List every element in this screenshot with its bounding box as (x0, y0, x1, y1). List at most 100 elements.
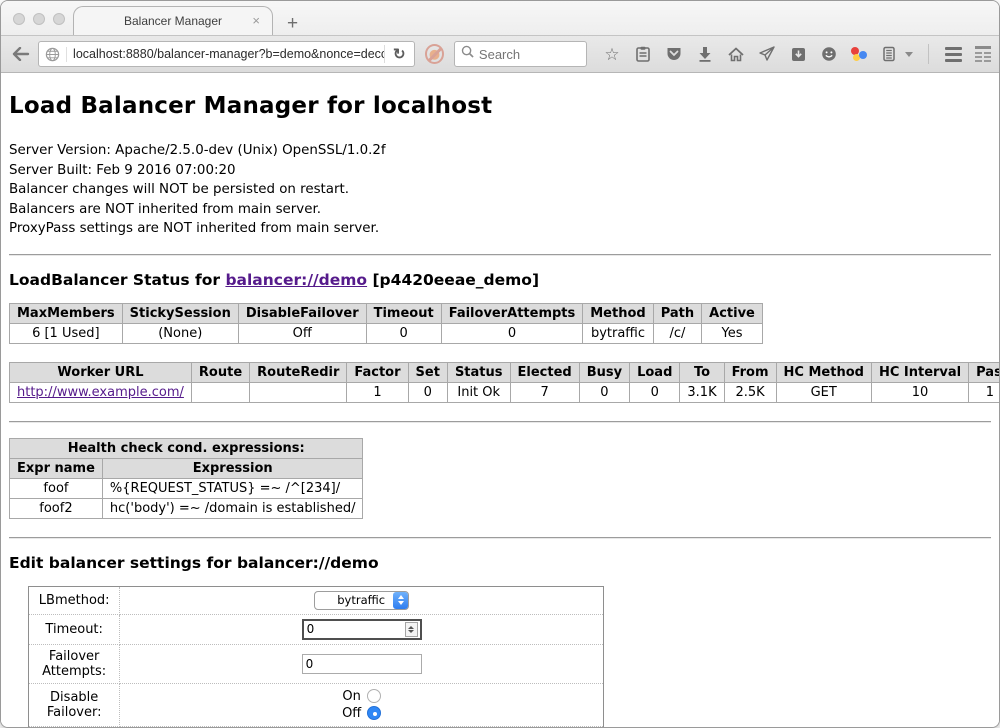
health-check-table: Health check cond. expressions: Expr nam… (9, 438, 363, 519)
tab-close-icon[interactable]: × (252, 13, 260, 28)
cell-path: /c/ (653, 323, 701, 343)
col-stickysession: StickySession (122, 303, 238, 323)
back-button[interactable] (9, 42, 32, 66)
sticky-session-row: Sticky Session: (Use '-' to delete) (29, 726, 604, 727)
col-active: Active (702, 303, 763, 323)
divider (9, 421, 991, 423)
reload-icon[interactable]: ↻ (385, 45, 414, 63)
server-version-line: Server Version: Apache/2.5.0-dev (Unix) … (9, 141, 991, 161)
edit-balancer-heading: Edit balancer settings for balancer://de… (9, 554, 991, 572)
worker-table: Worker URL Route RouteRedir Factor Set S… (9, 362, 999, 403)
cell-expression: %{REQUEST_STATUS} =~ /^[234]/ (102, 478, 363, 498)
cell-expression: hc('body') =~ /domain is established/ (102, 498, 363, 518)
loadbalancer-status-heading: LoadBalancer Status for balancer://demo … (9, 271, 991, 289)
grid-tool-icon[interactable] (975, 46, 991, 62)
col-hc-interval: HC Interval (871, 362, 968, 382)
page-title: Load Balancer Manager for localhost (9, 93, 991, 119)
cell-expr-name: foof (10, 478, 103, 498)
cell-timeout: 0 (366, 323, 441, 343)
radio-off-label: Off (342, 706, 361, 721)
cell-from: 2.5K (724, 382, 776, 402)
timeout-input[interactable] (304, 622, 405, 636)
failover-attempts-label: Failover Attempts: (29, 644, 120, 683)
cell-hc-method: GET (776, 382, 871, 402)
cell-load: 0 (630, 382, 680, 402)
bookmark-star-icon[interactable]: ☆ (603, 45, 621, 63)
cell-elected: 7 (510, 382, 579, 402)
radio-off[interactable] (367, 706, 381, 720)
radio-on[interactable] (367, 689, 381, 703)
server-built-line: Server Built: Feb 9 2016 07:00:20 (9, 161, 991, 181)
tab-balancer-manager[interactable]: Balancer Manager × (73, 6, 273, 35)
cell-maxmembers: 6 [1 Used] (10, 323, 123, 343)
col-method: Method (583, 303, 653, 323)
number-spinner-icon[interactable] (405, 622, 418, 637)
lbmethod-row: LBmethod: bytraffic (29, 586, 604, 614)
failover-attempts-row: Failover Attempts: (29, 644, 604, 683)
home-icon[interactable] (727, 45, 745, 63)
divider (9, 254, 991, 256)
timeout-label: Timeout: (29, 614, 120, 644)
cell-hc-interval: 10 (871, 382, 968, 402)
balancer-demo-link[interactable]: balancer://demo (225, 271, 367, 289)
disable-failover-field: On Off (120, 683, 604, 726)
close-window-button[interactable] (13, 13, 25, 25)
col-load: Load (630, 362, 680, 382)
container-extension-icon[interactable] (880, 45, 898, 63)
sticky-session-label: Sticky Session: (29, 726, 120, 727)
url-text[interactable]: localhost:8880/balancer-manager?b=demo&n… (67, 47, 384, 61)
cell-passes: 1 (0) (969, 382, 999, 402)
worker-url-link[interactable]: http://www.example.com/ (17, 385, 184, 400)
search-bar[interactable] (454, 41, 587, 67)
chevron-down-icon[interactable] (905, 52, 913, 57)
timeout-input-wrap (302, 619, 422, 640)
disable-failover-row: Disable Failover: On Off (29, 683, 604, 726)
toolbar-separator (928, 44, 929, 64)
new-tab-button[interactable]: + (287, 14, 298, 33)
downloads-icon[interactable] (696, 45, 714, 63)
pocket-icon[interactable] (665, 45, 683, 63)
col-elected: Elected (510, 362, 579, 382)
health-row-foof2: foof2 hc('body') =~ /domain is establish… (10, 498, 363, 518)
col-maxmembers: MaxMembers (10, 303, 123, 323)
cell-routeredir (250, 382, 347, 402)
titlebar: Balancer Manager × + (1, 1, 999, 35)
worker-header-row: Worker URL Route RouteRedir Factor Set S… (10, 362, 1000, 382)
col-routeredir: RouteRedir (250, 362, 347, 382)
browser-window: Balancer Manager × + localhost:8880/bala… (0, 0, 1000, 728)
save-to-device-icon[interactable] (789, 45, 807, 63)
zoom-window-button[interactable] (53, 13, 65, 25)
tab-title: Balancer Manager (124, 14, 222, 28)
send-page-icon[interactable] (758, 45, 776, 63)
balancer-status-row: 6 [1 Used] (None) Off 0 0 bytraffic /c/ … (10, 323, 763, 343)
lbmethod-field: bytraffic (120, 586, 604, 614)
lbmethod-select[interactable]: bytraffic (314, 591, 409, 610)
lbmethod-label: LBmethod: (29, 586, 120, 614)
status-heading-prefix: LoadBalancer Status for (9, 271, 225, 289)
colored-dots-extension-icon[interactable] (851, 46, 867, 62)
balancer-settings-form: LBmethod: bytraffic Timeout: (28, 586, 604, 728)
col-expression: Expression (102, 458, 363, 478)
content-blocked-icon[interactable] (425, 44, 444, 64)
cell-factor: 1 (347, 382, 408, 402)
reading-list-icon[interactable] (634, 45, 652, 63)
cell-worker-url: http://www.example.com/ (10, 382, 192, 402)
url-bar[interactable]: localhost:8880/balancer-manager?b=demo&n… (38, 41, 415, 67)
timeout-field (120, 614, 604, 644)
failover-attempts-field (120, 644, 604, 683)
health-header-row: Expr name Expression (10, 458, 363, 478)
page-content: Load Balancer Manager for localhost Serv… (1, 73, 999, 727)
site-identity-globe-icon[interactable] (39, 47, 67, 62)
menu-hamburger-icon[interactable] (944, 45, 962, 63)
failover-attempts-input[interactable] (302, 654, 422, 674)
minimize-window-button[interactable] (33, 13, 45, 25)
sticky-session-field: (Use '-' to delete) (120, 726, 604, 727)
cell-to: 3.1K (680, 382, 724, 402)
col-busy: Busy (579, 362, 629, 382)
col-from: From (724, 362, 776, 382)
chat-smiley-icon[interactable] (820, 45, 838, 63)
radio-on-label: On (342, 689, 360, 704)
col-timeout: Timeout (366, 303, 441, 323)
search-input[interactable] (479, 47, 579, 62)
health-row-foof: foof %{REQUEST_STATUS} =~ /^[234]/ (10, 478, 363, 498)
